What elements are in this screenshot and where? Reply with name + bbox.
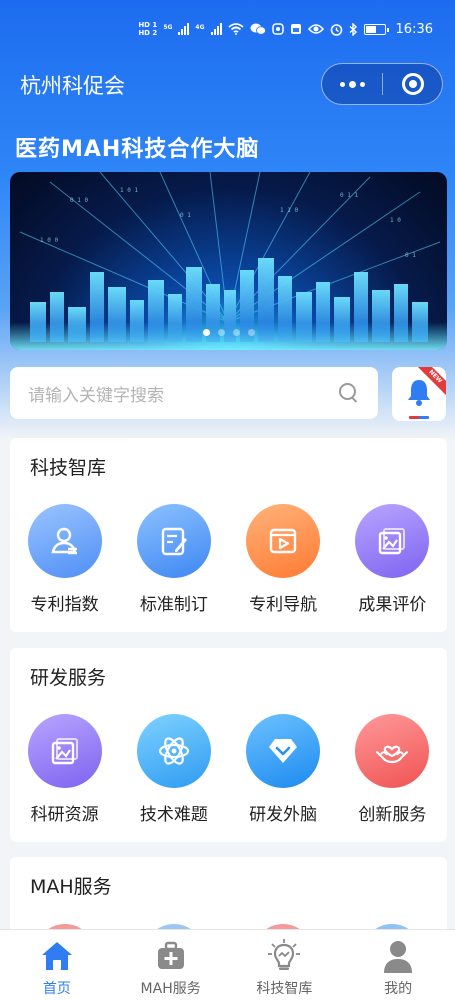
alarm-icon: [330, 23, 342, 36]
service-label: 标准制订: [139, 595, 208, 615]
more-menu-button[interactable]: [322, 64, 382, 104]
tab-mine[interactable]: 我的: [341, 930, 455, 1000]
hd-bottom-label: HD 2: [138, 29, 158, 37]
service-research-resources[interactable]: 科研资源: [10, 714, 119, 825]
tab-label: MAH服务: [140, 981, 201, 997]
signal-icon-2: [210, 23, 222, 35]
svg-text:1 1 0: 1 1 0: [280, 207, 298, 214]
video-play-icon: [246, 504, 321, 578]
home-icon: [39, 938, 75, 974]
more-dot-icon: [339, 81, 345, 87]
wechat-icon: [250, 23, 266, 35]
service-label: 科研资源: [30, 805, 99, 825]
signal-icon: [178, 23, 190, 35]
hd-indicator: HD 1 HD 2: [138, 21, 157, 37]
section-title: MAH服务: [30, 876, 112, 898]
image-frame-icon: [355, 504, 430, 578]
service-standard-setting[interactable]: 标准制订: [119, 504, 228, 615]
search-placeholder: 请输入关键字搜索: [28, 385, 164, 406]
mini-program-capsule: [321, 63, 443, 105]
app-notification-icon: [271, 23, 284, 35]
service-grid: 专利指数 标准制订 专利导航 成果评价: [10, 504, 447, 615]
bell-underline: [409, 416, 429, 419]
person-icon: [380, 938, 416, 974]
section-title: 研发服务: [30, 667, 107, 689]
atom-icon: [136, 714, 211, 788]
network-4g-label: 4G: [195, 24, 205, 31]
hd-top-label: HD 1: [138, 21, 158, 29]
app-notification-icon-2: [290, 24, 301, 34]
section-title: 科技智库: [30, 457, 107, 479]
service-innovation[interactable]: 创新服务: [338, 714, 447, 825]
svg-text:0 1: 0 1: [180, 212, 191, 219]
carousel-dot[interactable]: [247, 329, 255, 336]
close-mini-program-button[interactable]: [383, 64, 442, 104]
service-label: 专利指数: [30, 595, 99, 615]
tab-home[interactable]: 首页: [0, 930, 114, 1000]
bluetooth-icon: [349, 22, 357, 36]
heart-hands-icon: [355, 714, 430, 788]
wifi-icon: [227, 23, 244, 35]
edit-document-icon: [136, 504, 211, 578]
svg-text:1 0 0: 1 0 0: [40, 237, 58, 244]
banner-carousel[interactable]: 0 1 0 1 0 1 0 1 1 1 0 0 1 1 1 0 1 0 0 0 1: [10, 172, 447, 350]
tab-mah-service[interactable]: MAH服务: [114, 930, 228, 1000]
image-frame-icon: [27, 714, 102, 788]
carousel-indicator: [10, 329, 447, 336]
diamond-icon: [246, 714, 321, 788]
notification-button[interactable]: NEW: [392, 367, 446, 421]
service-achievement-evaluation[interactable]: 成果评价: [338, 504, 447, 615]
user-icon: [27, 504, 102, 578]
tab-label: 首页: [42, 981, 71, 997]
more-dot-icon: [359, 81, 365, 87]
lightbulb-icon: [266, 938, 302, 974]
bell-icon: [408, 380, 430, 406]
search-input[interactable]: 请输入关键字搜索: [10, 367, 378, 419]
service-label: 成果评价: [358, 595, 427, 615]
page-heading: 医药MAH科技合作大脑: [15, 137, 260, 162]
service-label: 专利导航: [249, 595, 318, 615]
section-tech-think-tank: 科技智库 专利指数 标准制订 专利导航 成果评价: [10, 438, 447, 632]
carousel-dot[interactable]: [217, 329, 225, 336]
section-rd-services: 研发服务 科研资源 技术难题 研发外脑 创新服务: [10, 648, 447, 842]
status-bar: HD 1 HD 2 5G 4G 16:36: [0, 0, 455, 58]
tab-label: 我的: [384, 981, 413, 997]
more-dot-icon: [348, 80, 356, 88]
svg-text:1 0 1: 1 0 1: [120, 187, 138, 194]
status-icons: HD 1 HD 2 5G 4G: [138, 21, 389, 37]
carousel-dot[interactable]: [232, 329, 240, 336]
city-skyline-illustration: 0 1 0 1 0 1 0 1 1 1 0 0 1 1 1 0 1 0 0 0 1: [10, 172, 447, 350]
battery-icon: [363, 23, 389, 35]
carousel-dot[interactable]: [202, 329, 210, 336]
service-patent-navigation[interactable]: 专利导航: [229, 504, 338, 615]
svg-text:1 0: 1 0: [390, 217, 401, 224]
service-technical-problems[interactable]: 技术难题: [119, 714, 228, 825]
bottom-tab-bar: 首页 MAH服务 科技智库 我的: [0, 929, 455, 1000]
service-label: 创新服务: [358, 805, 427, 825]
svg-text:0 1 0: 0 1 0: [70, 197, 88, 204]
status-time: 16:36: [395, 21, 433, 37]
network-5g-label: 5G: [163, 24, 173, 31]
eye-icon: [307, 24, 324, 34]
app-title: 杭州科促会: [20, 74, 125, 98]
svg-text:0 1: 0 1: [405, 252, 416, 259]
tab-tech-think-tank[interactable]: 科技智库: [228, 930, 342, 1000]
svg-text:0 1 1: 0 1 1: [340, 192, 358, 199]
service-grid: 科研资源 技术难题 研发外脑 创新服务: [10, 714, 447, 825]
search-icon[interactable]: [338, 382, 360, 404]
service-patent-index[interactable]: 专利指数: [10, 504, 119, 615]
tab-label: 科技智库: [256, 981, 313, 997]
service-external-brain[interactable]: 研发外脑: [229, 714, 338, 825]
service-label: 研发外脑: [249, 805, 318, 825]
medical-kit-icon: [153, 938, 189, 974]
service-label: 技术难题: [139, 805, 208, 825]
target-circle-icon: [401, 73, 424, 95]
